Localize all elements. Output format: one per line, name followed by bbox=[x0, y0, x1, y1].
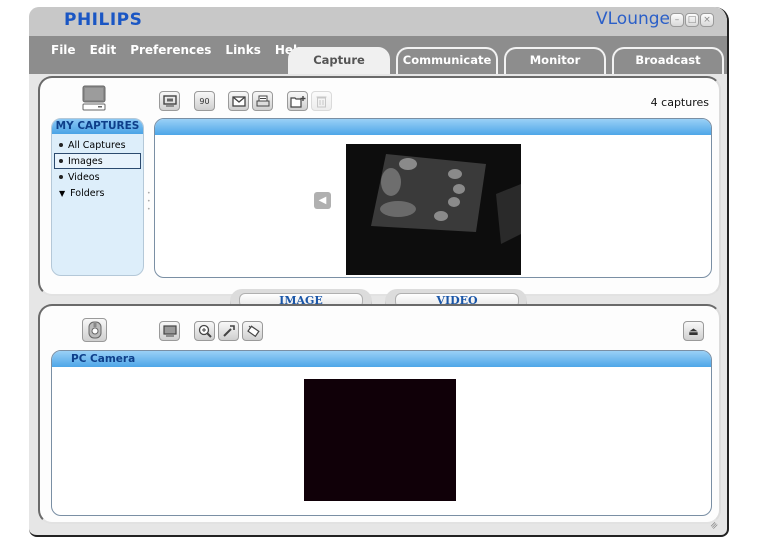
captures-panel: 90 4 captures MY CAPTURES All Captures I… bbox=[38, 76, 721, 296]
bullet-icon bbox=[59, 159, 63, 163]
settings-button[interactable] bbox=[218, 321, 239, 341]
computer-icon bbox=[82, 85, 106, 111]
close-button[interactable]: × bbox=[700, 13, 714, 27]
new-folder-icon bbox=[289, 95, 305, 108]
minimize-button[interactable]: – bbox=[670, 13, 684, 27]
wrench-icon bbox=[222, 325, 235, 337]
capture-thumbnail[interactable] bbox=[346, 144, 521, 275]
tab-communicate[interactable]: Communicate bbox=[396, 47, 498, 74]
camera-viewer: PC Camera bbox=[51, 350, 712, 516]
camera-preview bbox=[304, 379, 456, 501]
sidebar-title: MY CAPTURES bbox=[52, 119, 143, 134]
capture-viewer: ◀ bbox=[154, 118, 712, 278]
camera-panel: ⏏ PC Camera bbox=[38, 304, 721, 524]
menu-links[interactable]: Links bbox=[225, 43, 260, 57]
sidebar-item-videos[interactable]: Videos bbox=[54, 169, 141, 185]
splitter-handle[interactable]: • • • bbox=[147, 190, 151, 214]
print-button[interactable] bbox=[252, 91, 273, 111]
menu-file[interactable]: File bbox=[51, 43, 76, 57]
bullet-icon bbox=[59, 175, 63, 179]
print-icon bbox=[256, 95, 269, 107]
delete-button[interactable] bbox=[311, 91, 332, 111]
bullet-icon bbox=[59, 143, 63, 147]
sidebar-item-label: All Captures bbox=[68, 139, 126, 151]
zoom-button[interactable] bbox=[194, 321, 215, 341]
email-icon bbox=[231, 95, 246, 107]
tab-capture[interactable]: Capture bbox=[288, 47, 390, 74]
webcam-icon bbox=[88, 321, 101, 339]
email-button[interactable] bbox=[228, 91, 249, 111]
eject-icon: ⏏ bbox=[688, 324, 699, 338]
menu-bar: File Edit Preferences Links Help Capture… bbox=[29, 36, 727, 74]
title-bar[interactable]: PHILIPS VLounge – □ × bbox=[29, 7, 727, 36]
capture-viewer-header bbox=[155, 119, 711, 135]
monitor-button[interactable] bbox=[159, 321, 180, 341]
brand-logo: PHILIPS bbox=[64, 10, 143, 30]
trash-icon bbox=[316, 96, 327, 107]
new-folder-button[interactable] bbox=[287, 91, 308, 111]
triangle-down-icon: ▼ bbox=[59, 188, 66, 198]
snapshot-button[interactable] bbox=[242, 321, 263, 341]
captured-image bbox=[346, 144, 521, 275]
sidebar-item-all-captures[interactable]: All Captures bbox=[54, 137, 141, 153]
menu-edit[interactable]: Edit bbox=[90, 43, 117, 57]
sidebar-item-folders[interactable]: ▼ Folders bbox=[54, 185, 141, 201]
arrow-left-icon: ◀ bbox=[318, 195, 327, 206]
my-captures-sidebar: MY CAPTURES All Captures Images Videos ▼… bbox=[51, 118, 144, 276]
sidebar-item-label: Folders bbox=[70, 187, 105, 199]
zoom-in-icon bbox=[198, 324, 212, 338]
sidebar-item-label: Videos bbox=[68, 171, 100, 183]
maximize-button[interactable]: □ bbox=[685, 13, 699, 27]
captures-count: 4 captures bbox=[650, 96, 709, 109]
camera-viewer-title: PC Camera bbox=[52, 351, 711, 367]
tab-broadcast[interactable]: Broadcast bbox=[612, 47, 724, 74]
resize-grip[interactable]: ≡ bbox=[709, 520, 721, 532]
slideshow-icon bbox=[162, 95, 177, 107]
monitor-icon bbox=[162, 325, 177, 337]
eject-button[interactable]: ⏏ bbox=[683, 321, 704, 341]
sidebar-item-images[interactable]: Images bbox=[54, 153, 141, 169]
tab-monitor[interactable]: Monitor bbox=[504, 47, 606, 74]
menu-preferences[interactable]: Preferences bbox=[130, 43, 211, 57]
previous-capture-button[interactable]: ◀ bbox=[314, 192, 331, 209]
rotate-90-icon: 90 bbox=[199, 96, 210, 106]
sidebar-item-label: Images bbox=[68, 155, 103, 167]
webcam-button[interactable] bbox=[82, 318, 107, 342]
app-title: VLounge bbox=[596, 9, 671, 29]
app-window: PHILIPS VLounge – □ × File Edit Preferen… bbox=[29, 7, 729, 537]
snapshot-icon bbox=[246, 325, 260, 338]
rotate-button[interactable]: 90 bbox=[194, 91, 215, 111]
slideshow-button[interactable] bbox=[159, 91, 180, 111]
